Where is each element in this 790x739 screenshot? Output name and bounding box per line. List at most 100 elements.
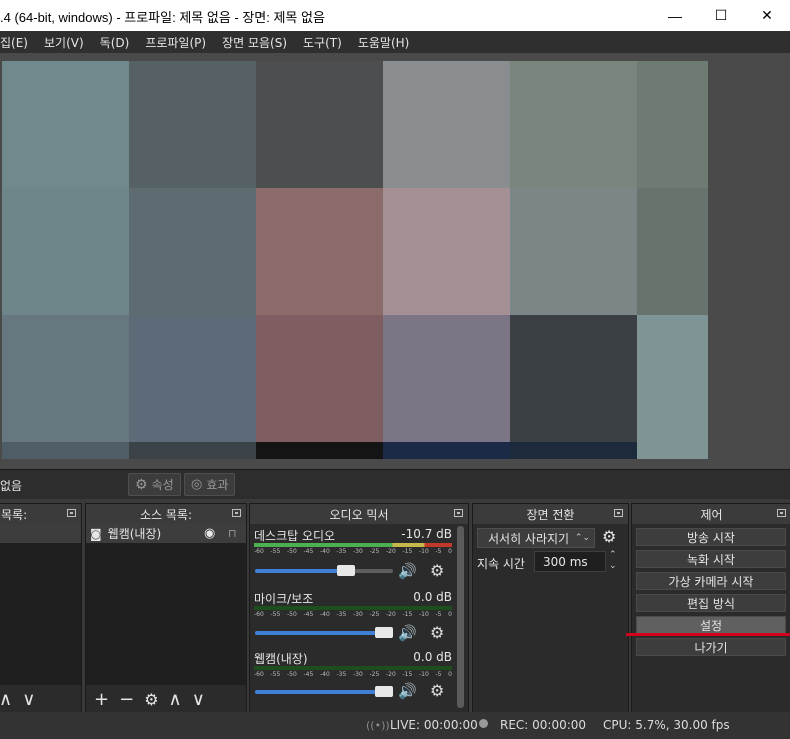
gear-icon[interactable]: ⚙	[430, 623, 444, 642]
preview-tile	[637, 315, 708, 442]
volume-thumb[interactable]	[337, 565, 355, 576]
meter-ticks: -60 -55 -50 -45 -40 -35 -30 -25 -20 -15 -10 -5 0	[254, 611, 452, 619]
volume-thumb[interactable]	[375, 686, 393, 697]
gear-icon[interactable]: ⚙	[430, 561, 444, 580]
source-item[interactable]: ◙ 웹캠(내장) ◉ ⊓	[86, 524, 246, 543]
speaker-icon[interactable]: 🔊	[398, 624, 417, 642]
transition-value: 서서히 사라지기	[488, 531, 570, 546]
remove-icon[interactable]: −	[119, 689, 134, 710]
meter-tick-label: -50	[287, 671, 297, 678]
float-icon[interactable]	[454, 509, 463, 517]
float-icon[interactable]	[777, 509, 786, 517]
meter-tick-label: -10	[419, 548, 429, 555]
preview-tile	[129, 442, 256, 459]
start-recording-button[interactable]: 녹화 시작	[636, 550, 786, 568]
transitions-body: 서서히 사라지기 ⌃⌄ ⚙ 지속 시간 300 ms ⌃ ⌄	[473, 524, 628, 713]
gear-icon[interactable]: ⚙	[430, 681, 444, 700]
preview-tile	[383, 61, 510, 188]
meter-tick-label: -55	[270, 548, 281, 555]
menu-help[interactable]: 도움말(H)	[350, 34, 418, 51]
menu-tools[interactable]: 도구(T)	[295, 34, 350, 51]
scene-toolbar: 없음 ⚙ 속성 ◎ 효과	[0, 469, 790, 499]
menu-profile[interactable]: 프로파일(P)	[137, 34, 214, 51]
mixer-dock-header: 오디오 믹서	[250, 504, 468, 524]
meter-tick-label: -15	[402, 548, 413, 555]
menu-scene-collection[interactable]: 장면 모음(S)	[214, 34, 295, 51]
meter-tick-label: -35	[336, 548, 347, 555]
mixer-body: 데스크탑 오디오 -10.7 dB -60 -55 -50 -45 -40 -35 -30-…	[250, 524, 468, 713]
menu-edit[interactable]: 집(E)	[0, 34, 36, 51]
volume-slider[interactable]	[255, 627, 393, 638]
meter-tick-label: 0	[448, 671, 452, 678]
meter-tick-label: -15	[402, 671, 413, 678]
volume-slider[interactable]	[255, 565, 393, 576]
add-icon[interactable]: +	[94, 689, 109, 710]
volume-thumb[interactable]	[375, 627, 393, 638]
preview-tile	[383, 315, 510, 442]
volume-slider[interactable]	[255, 686, 393, 697]
chevron-up-icon[interactable]: ∧	[169, 689, 182, 710]
gear-icon[interactable]: ⚙	[144, 690, 158, 709]
menu-view[interactable]: 보기(V)	[36, 34, 92, 51]
preview-tile	[637, 61, 708, 188]
duration-input[interactable]: 300 ms	[534, 551, 606, 572]
chevron-down-icon[interactable]: ⌄	[609, 561, 617, 571]
lock-icon[interactable]: ⊓	[228, 527, 237, 540]
preview-tile	[2, 61, 129, 188]
meter-tick-label: -50	[287, 611, 297, 618]
float-icon[interactable]	[67, 509, 76, 517]
meter-tick-label: -25	[369, 671, 380, 678]
webcam-preview[interactable]	[2, 61, 708, 459]
gear-icon[interactable]: ⚙	[602, 527, 616, 546]
maximize-button[interactable]: ☐	[698, 0, 744, 31]
float-icon[interactable]	[232, 509, 241, 517]
minimize-button[interactable]: —	[652, 0, 698, 31]
eye-icon[interactable]: ◉	[204, 526, 215, 541]
rec-time: REC: 00:00:00	[500, 718, 587, 732]
chevron-down-icon[interactable]: ∨	[192, 689, 205, 710]
controls-dock: 제어 방송 시작 녹화 시작 가상 카메라 시작 편집 방식 설정 나가기	[631, 503, 790, 714]
filters-button[interactable]: ◎ 효과	[184, 473, 236, 496]
meter-tick-label: -10	[419, 611, 429, 618]
audio-meter	[254, 606, 452, 610]
start-streaming-button[interactable]: 방송 시작	[636, 528, 786, 546]
chevron-down-icon[interactable]: ∨	[22, 689, 35, 710]
track-db: 0.0 dB	[413, 650, 452, 664]
speaker-icon[interactable]: 🔊	[398, 562, 417, 580]
menu-docks[interactable]: 독(D)	[92, 34, 138, 51]
controls-body: 방송 시작 녹화 시작 가상 카메라 시작 편집 방식 설정 나가기	[632, 524, 790, 713]
mixer-scrollbar[interactable]	[457, 526, 464, 708]
preview-tile	[129, 315, 256, 442]
float-icon[interactable]	[614, 509, 623, 517]
meter-tick-label: -40	[320, 548, 330, 555]
audio-meter	[254, 543, 452, 547]
start-virtual-camera-button[interactable]: 가상 카메라 시작	[636, 572, 786, 590]
cpu-fps: CPU: 5.7%, 30.00 fps	[603, 718, 730, 732]
track-name: 웹캠(내장)	[254, 652, 308, 666]
preview-tile	[256, 442, 383, 459]
meter-ticks: -60 -55 -50 -45 -40 -35 -30 -25 -20 -15 -10 -5 0	[254, 548, 452, 556]
settings-button[interactable]: 설정	[636, 616, 786, 634]
menu-bar: 집(E) 보기(V) 독(D) 프로파일(P) 장면 모음(S) 도구(T) 도…	[0, 31, 790, 53]
chevron-up-icon[interactable]: ∧	[0, 689, 12, 710]
meter-tick-label: -60	[254, 611, 264, 618]
preview-tile	[256, 188, 383, 315]
sources-dock-title: 소스 목록:	[139, 507, 193, 522]
chevron-up-icon[interactable]: ⌃	[609, 550, 617, 560]
meter-tick-label: -45	[303, 548, 314, 555]
preview-tile	[256, 315, 383, 442]
exit-button[interactable]: 나가기	[636, 638, 786, 656]
sources-list[interactable]: ◙ 웹캠(내장) ◉ ⊓	[86, 524, 246, 685]
transition-select[interactable]: 서서히 사라지기 ⌃⌄	[477, 528, 595, 548]
list-item[interactable]	[0, 524, 81, 543]
updown-icon: ⌃⌄	[574, 533, 590, 543]
speaker-icon[interactable]: 🔊	[398, 682, 417, 700]
close-button[interactable]: ✕	[744, 0, 790, 31]
meter-tick-label: -30	[353, 548, 363, 555]
preview-tile	[383, 442, 510, 459]
properties-button[interactable]: ⚙ 속성	[128, 473, 181, 496]
studio-mode-button[interactable]: 편집 방식	[636, 594, 786, 612]
scenes-footer: ∧ ∨	[0, 685, 81, 713]
scenes-list[interactable]	[0, 524, 81, 685]
scenes-dock-header: 목록:	[0, 504, 81, 524]
